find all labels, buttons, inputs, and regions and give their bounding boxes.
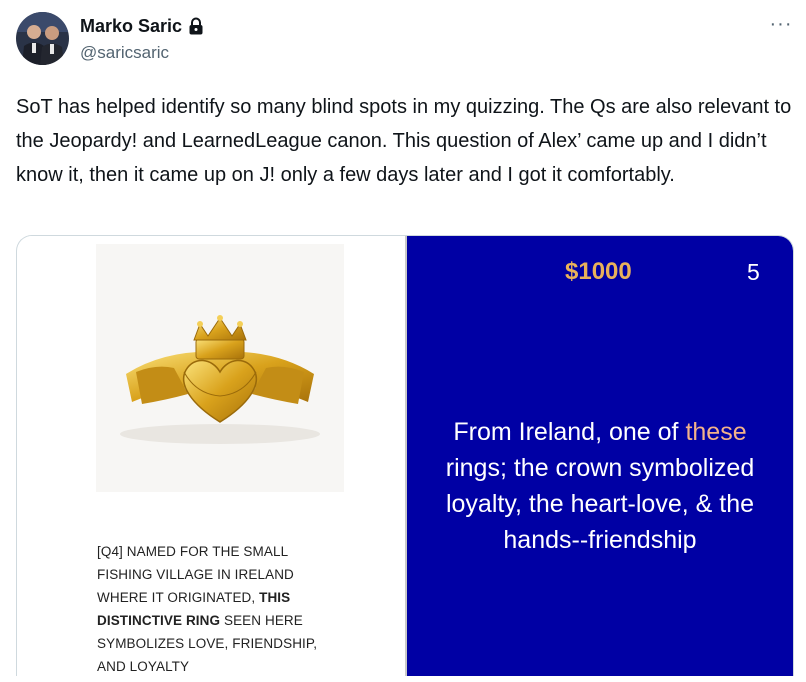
more-options-icon[interactable]: ··· bbox=[768, 13, 794, 35]
lock-icon bbox=[188, 17, 204, 35]
author-name-row: Marko Saric bbox=[80, 14, 204, 38]
jeopardy-clue-card: $1000 5 From Ireland, one of these rings… bbox=[407, 236, 793, 676]
clue-amount: $1000 bbox=[565, 258, 632, 285]
author-handle[interactable]: @saricsaric bbox=[80, 43, 169, 63]
clue-text: From Ireland, one of these rings; the cr… bbox=[421, 414, 779, 558]
author-display-name[interactable]: Marko Saric bbox=[80, 16, 182, 37]
tweet-text: SoT has helped identify so many blind sp… bbox=[16, 96, 792, 186]
clue-text-1: From Ireland, one of bbox=[453, 418, 686, 446]
tweet-media[interactable]: [Q4] NAMED FOR THE SMALL FISHING VILLAGE… bbox=[16, 235, 794, 676]
quiz-card: [Q4] NAMED FOR THE SMALL FISHING VILLAGE… bbox=[27, 236, 405, 676]
claddagh-ring-image bbox=[96, 244, 344, 492]
avatar[interactable] bbox=[16, 12, 69, 65]
clue-highlight: these bbox=[685, 418, 747, 446]
clue-text-2: rings; the crown symbolized loyalty, the… bbox=[445, 454, 755, 554]
clue-number: 5 bbox=[747, 259, 760, 285]
quiz-question-caption: [Q4] NAMED FOR THE SMALL FISHING VILLAGE… bbox=[97, 540, 329, 676]
